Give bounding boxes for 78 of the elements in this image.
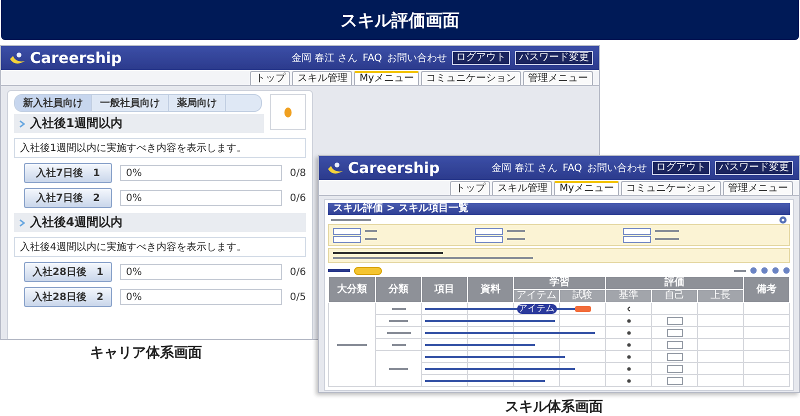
moon-logo-icon	[325, 160, 345, 176]
blurred-text-drawing	[328, 269, 350, 272]
section-title: 入社後1週間以内	[30, 115, 122, 132]
progress-count: 0/6	[290, 192, 306, 204]
header-link[interactable]: お問い合わせ	[587, 161, 647, 175]
chevron-icon	[19, 218, 25, 226]
nav-tab[interactable]: スキル管理	[492, 181, 552, 195]
moon-logo-icon	[7, 50, 27, 66]
dot-icon	[626, 354, 630, 358]
progress-count: 0/6	[290, 266, 306, 278]
header-button[interactable]: パスワード変更	[715, 161, 793, 175]
header-button[interactable]: ログアウト	[652, 161, 710, 175]
dot-icon	[626, 330, 630, 334]
caption: スキル体系画面	[505, 398, 603, 416]
link-line-drawing[interactable]	[425, 320, 555, 322]
egg-icon	[284, 106, 292, 118]
caption: キャリア体系画面	[90, 344, 202, 362]
section-title: 入社後4週間以内	[30, 214, 122, 231]
progress-count: 0/5	[290, 292, 306, 302]
stage-button[interactable]: 入社7日後 1	[24, 163, 112, 183]
header-link[interactable]: お問い合わせ	[387, 51, 447, 65]
user-name: 金岡 春江 さん	[491, 162, 558, 175]
link-line-drawing[interactable]	[425, 344, 535, 346]
section-description: 入社後4週間以内に実施すべき内容を表示します。	[14, 237, 306, 257]
dot-icon	[626, 366, 630, 370]
column-subheader: アイテム	[514, 290, 560, 302]
category-tab[interactable]: 一般社員向け	[92, 95, 169, 111]
item-badge[interactable]: アイテム	[516, 304, 556, 314]
nav-tab[interactable]: Myメニュー	[554, 181, 619, 195]
select-field[interactable]	[666, 340, 682, 348]
column-subheader: 上長	[698, 290, 744, 302]
progress-percent: 0%	[124, 292, 142, 302]
header-button[interactable]: パスワード変更	[515, 51, 593, 65]
category-tab[interactable]: 薬局向け	[169, 95, 226, 111]
section-description: 入社後1週間以内に実施すべき内容を表示します。	[14, 138, 306, 158]
select-field[interactable]	[666, 328, 682, 336]
select-field[interactable]	[666, 376, 682, 384]
nav-tab[interactable]: コミュニケーション	[621, 181, 721, 195]
nav-tab[interactable]: スキル管理	[292, 71, 352, 85]
link-line-drawing[interactable]	[425, 368, 575, 370]
progress-percent: 0%	[124, 266, 142, 278]
user-name: 金岡 春江 さん	[291, 52, 358, 65]
banner-title: スキル評価画面	[340, 10, 460, 32]
arc-icon	[626, 306, 631, 312]
link-line-drawing[interactable]	[425, 356, 565, 358]
logo-text: Careership	[30, 49, 122, 67]
dot-icon	[626, 342, 630, 346]
header-button[interactable]: ログアウト	[452, 51, 510, 65]
nav-tab[interactable]: コミュニケーション	[421, 71, 521, 85]
nav-tab[interactable]: 管理メニュー	[723, 181, 793, 195]
nav-tab[interactable]: 管理メニュー	[523, 71, 593, 85]
select-field[interactable]	[666, 364, 682, 372]
select-field[interactable]	[666, 352, 682, 360]
header-link[interactable]: FAQ	[362, 52, 382, 64]
dot-icon	[626, 378, 630, 382]
stage-button[interactable]: 入社28日後 2	[24, 287, 112, 307]
dot-icon	[626, 318, 630, 322]
breadcrumb: スキル評価 > スキル項目一覧	[333, 203, 468, 214]
nav-tab[interactable]: Myメニュー	[354, 71, 419, 85]
column-subheader: 自己	[652, 290, 698, 302]
header-link[interactable]: FAQ	[562, 162, 582, 174]
nav-tab[interactable]: トップ	[450, 181, 490, 195]
chevron-icon	[19, 120, 25, 128]
pill-button[interactable]	[354, 266, 382, 274]
exam-badge[interactable]	[574, 306, 590, 312]
column-subheader: 試験	[560, 290, 606, 302]
progress-count: 0/8	[290, 168, 306, 178]
column-subheader: 基準	[606, 290, 652, 302]
select-field[interactable]	[666, 316, 682, 324]
stage-button[interactable]: 入社28日後 1	[24, 262, 112, 282]
nav-tab[interactable]: トップ	[250, 71, 290, 85]
stage-button[interactable]: 入社7日後 2	[24, 188, 112, 208]
link-line-drawing[interactable]	[425, 380, 545, 382]
category-tab[interactable]: 新入社員向け	[15, 95, 92, 111]
progress-percent: 0%	[124, 192, 142, 204]
progress-percent: 0%	[124, 168, 142, 178]
logo-text: Careership	[348, 159, 440, 177]
link-line-drawing[interactable]	[425, 332, 595, 334]
